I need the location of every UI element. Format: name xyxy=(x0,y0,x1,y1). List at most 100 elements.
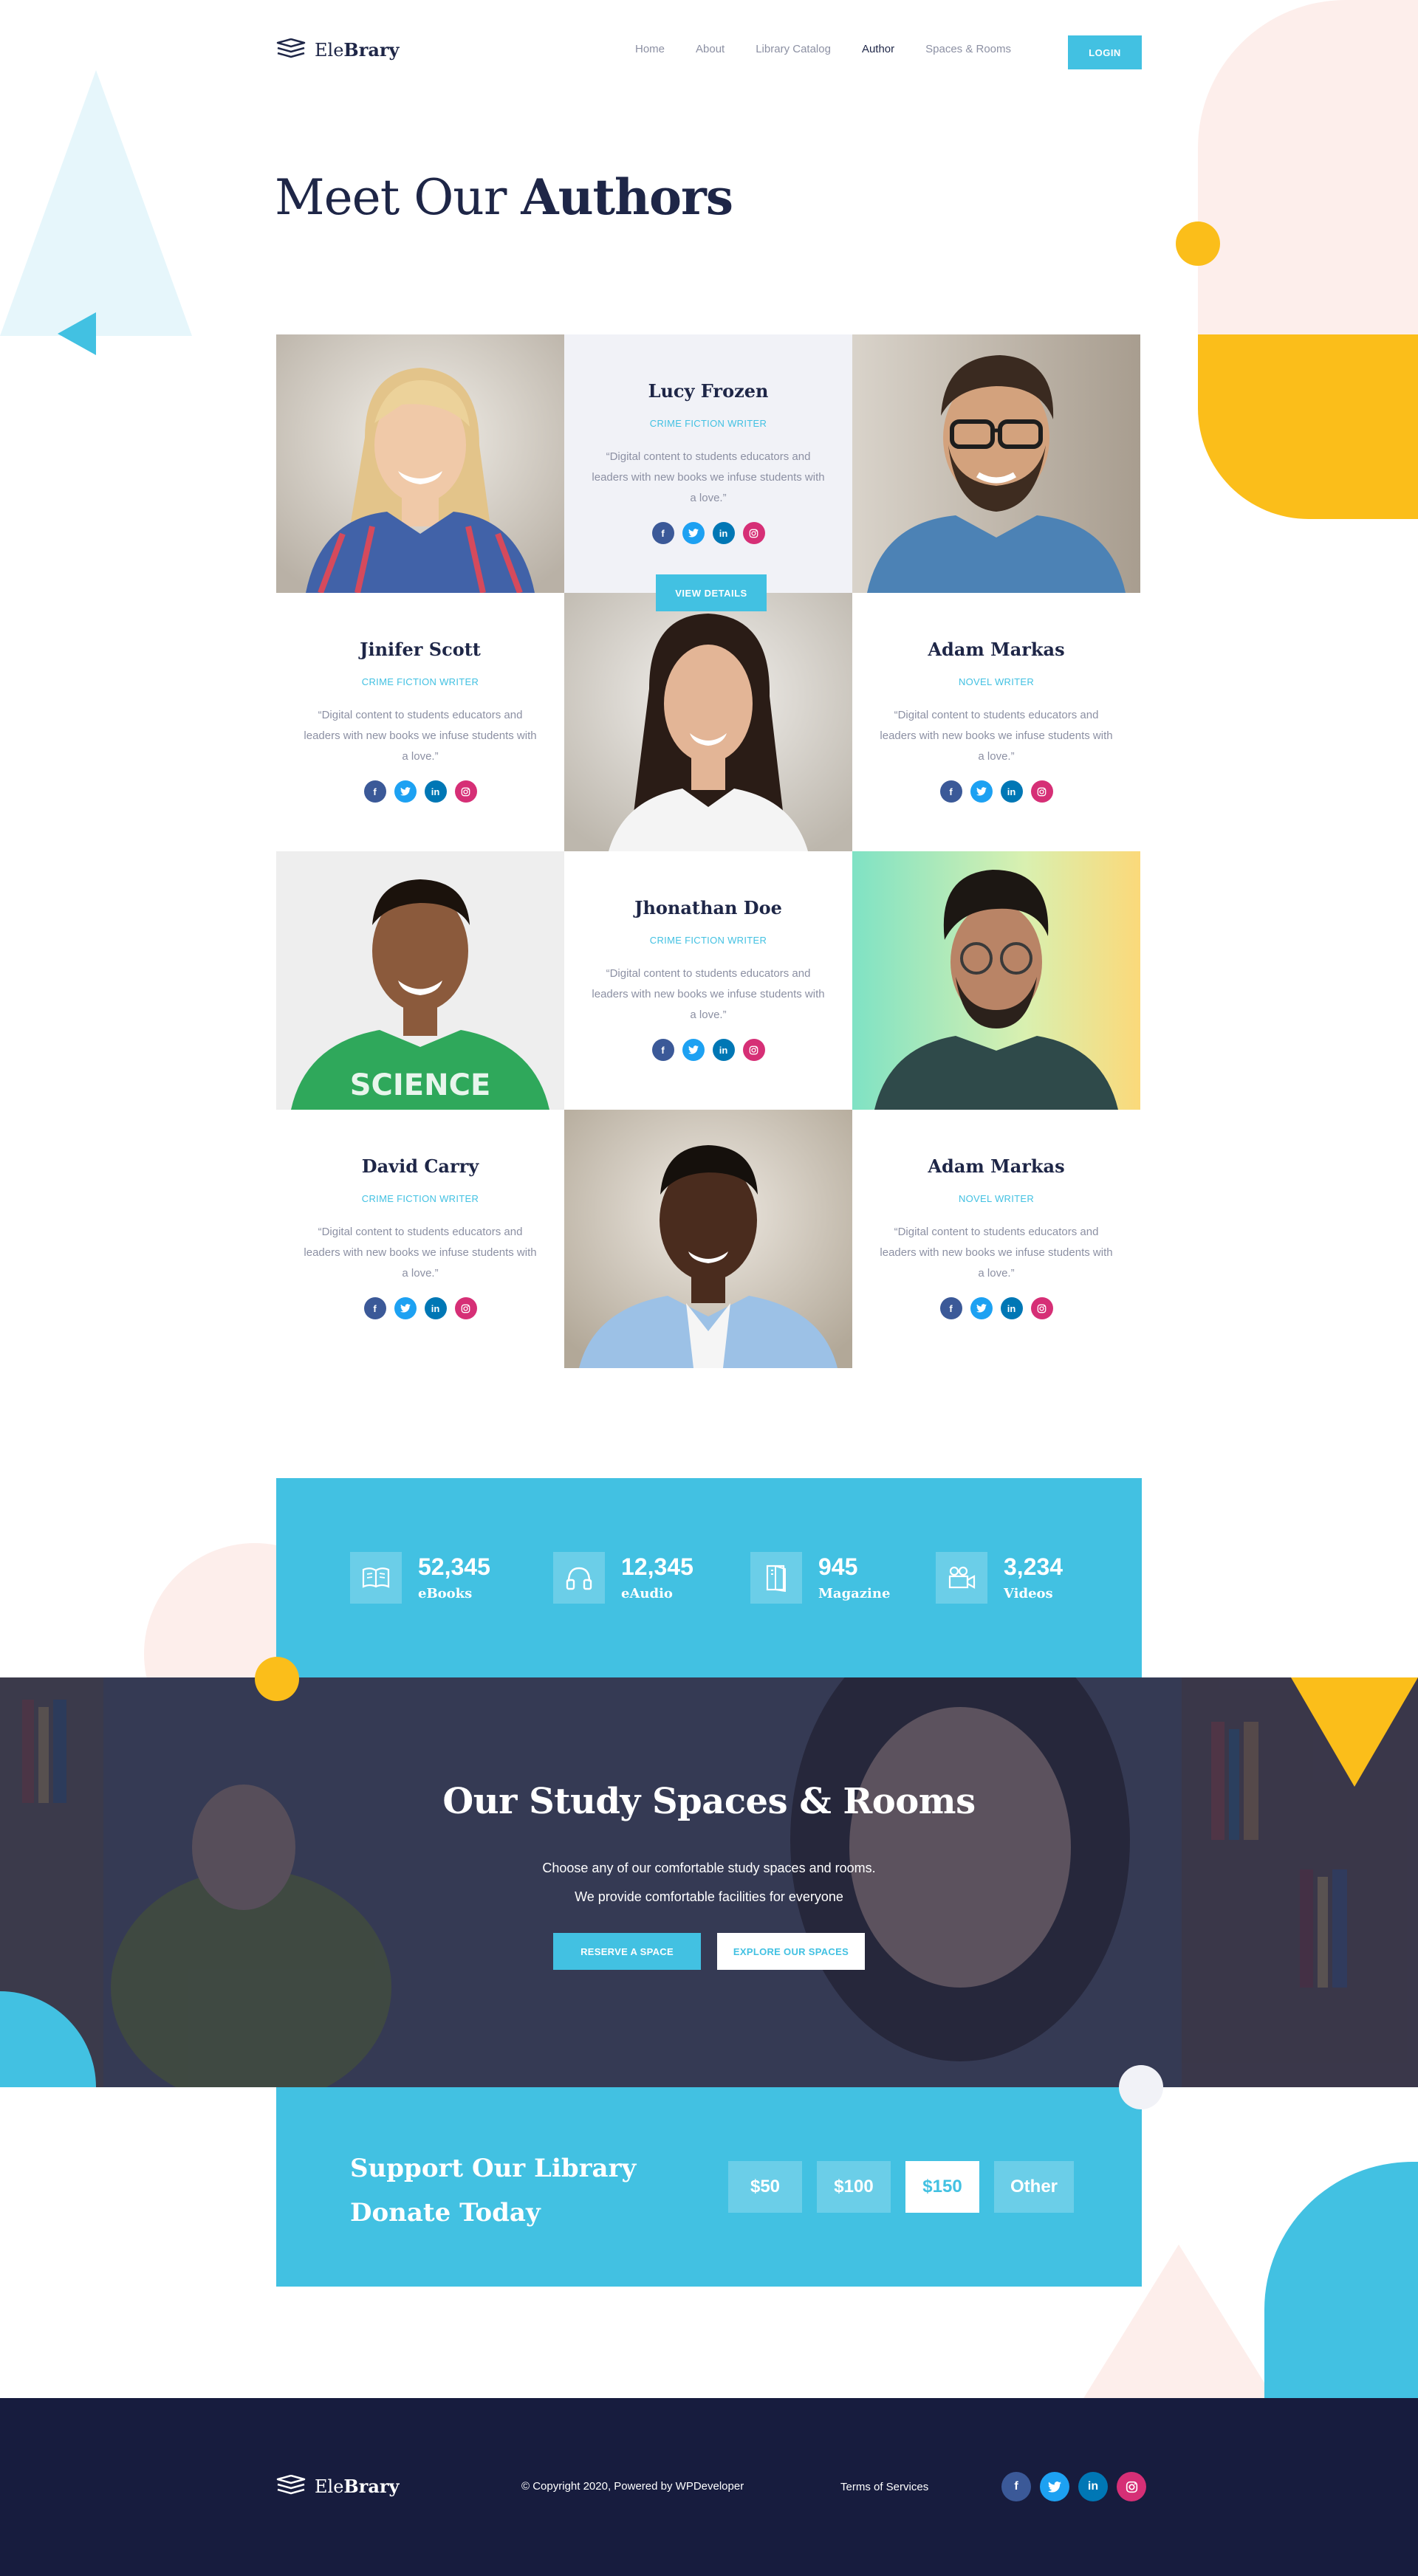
author-photo-man-glasses-beard[interactable] xyxy=(852,334,1140,593)
stat-value: 3,234 xyxy=(1004,1553,1064,1580)
author-quote: “Digital content to students educators a… xyxy=(592,450,825,504)
terms-link[interactable]: Terms of Services xyxy=(840,2481,928,2493)
author-photo-blonde-woman[interactable] xyxy=(276,334,564,593)
author-name: Jinifer Scott xyxy=(360,639,481,660)
magazine-icon xyxy=(750,1552,802,1604)
nav-item-spaces-rooms[interactable]: Spaces & Rooms xyxy=(925,43,1011,55)
author-role: NOVEL WRITER xyxy=(958,1193,1035,1204)
author-name: David Carry xyxy=(361,1155,479,1177)
author-quote: “Digital content to students educators a… xyxy=(880,1226,1113,1280)
twitter-icon[interactable] xyxy=(394,1297,417,1319)
stat-ebooks: 52,345 eBooks xyxy=(350,1552,553,1604)
view-details-button[interactable]: VIEW DETAILS xyxy=(656,574,767,611)
linkedin-icon[interactable]: in xyxy=(424,780,447,803)
svg-text:SCIENCE: SCIENCE xyxy=(350,1068,491,1102)
facebook-icon[interactable]: f xyxy=(651,1039,674,1061)
decorative-white-dot xyxy=(1119,2065,1163,2109)
page-title: Meet Our Authors xyxy=(275,168,733,226)
instagram-icon[interactable] xyxy=(1030,1297,1053,1319)
donate-title: Support Our Library Donate Today xyxy=(350,2146,636,2235)
instagram-icon[interactable] xyxy=(742,1039,765,1061)
stat-eaudio: 12,345 eAudio xyxy=(553,1552,750,1604)
author-socials: f in xyxy=(276,1297,564,1319)
author-quote: “Digital content to students educators a… xyxy=(592,967,825,1021)
author-socials: f in xyxy=(852,780,1140,803)
stat-value: 945 xyxy=(818,1553,858,1580)
twitter-icon[interactable] xyxy=(682,1039,705,1061)
author-role: CRIME FICTION WRITER xyxy=(361,1193,479,1204)
nav-item-author[interactable]: Author xyxy=(862,43,894,55)
logo-text-light: Ele xyxy=(315,2476,344,2497)
facebook-icon[interactable]: f xyxy=(1001,2472,1031,2501)
decorative-pink-shape-top xyxy=(1198,0,1418,340)
author-name: Adam Markas xyxy=(928,639,1065,660)
author-name: Adam Markas xyxy=(928,1155,1065,1177)
author-socials: f in xyxy=(276,780,564,803)
twitter-icon[interactable] xyxy=(394,780,417,803)
linkedin-icon[interactable]: in xyxy=(712,1039,735,1061)
twitter-icon[interactable] xyxy=(970,780,993,803)
twitter-icon[interactable] xyxy=(970,1297,993,1319)
login-button[interactable]: LOGIN xyxy=(1068,35,1142,69)
nav-item-library-catalog[interactable]: Library Catalog xyxy=(756,43,831,55)
donate-option-100[interactable]: $100 xyxy=(817,2161,891,2213)
site-logo[interactable]: EleBrary xyxy=(276,38,399,61)
twitter-icon[interactable] xyxy=(682,522,705,544)
footer-socials: f in xyxy=(1001,2472,1146,2501)
video-camera-icon xyxy=(936,1552,987,1604)
instagram-icon[interactable] xyxy=(1030,780,1053,803)
donate-option-50[interactable]: $50 xyxy=(728,2161,802,2213)
linkedin-icon[interactable]: in xyxy=(1000,1297,1023,1319)
author-role: CRIME FICTION WRITER xyxy=(649,935,767,946)
nav-item-about[interactable]: About xyxy=(696,43,725,55)
facebook-icon[interactable]: f xyxy=(651,522,674,544)
logo-text-bold: Brary xyxy=(343,2475,400,2497)
books-logo-icon xyxy=(276,2475,306,2495)
donate-section: Support Our Library Donate Today $50 $100… xyxy=(276,2087,1142,2287)
reserve-space-button[interactable]: RESERVE A SPACE xyxy=(553,1933,701,1970)
decorative-yellow-shape xyxy=(1198,334,1418,519)
decorative-blue-shape-right xyxy=(1264,2162,1418,2398)
twitter-icon[interactable] xyxy=(1040,2472,1069,2501)
stat-videos: 3,234 Videos xyxy=(936,1552,1063,1604)
nav-item-home[interactable]: Home xyxy=(635,43,665,55)
author-socials: f in xyxy=(852,1297,1140,1319)
stat-value: 52,345 xyxy=(418,1553,490,1580)
author-photo-dark-hair-woman[interactable] xyxy=(564,593,852,851)
decorative-yellow-triangle xyxy=(1291,1677,1418,1787)
instagram-icon[interactable] xyxy=(742,522,765,544)
facebook-icon[interactable]: f xyxy=(939,780,962,803)
facebook-icon[interactable]: f xyxy=(939,1297,962,1319)
instagram-icon[interactable] xyxy=(1117,2472,1146,2501)
footer-logo[interactable]: EleBrary xyxy=(276,2475,399,2497)
instagram-icon[interactable] xyxy=(454,1297,477,1319)
donate-option-150[interactable]: $150 xyxy=(905,2161,979,2213)
author-card-david-carry: David Carry CRIME FICTION WRITER “Digita… xyxy=(276,1110,564,1368)
stat-label: Videos xyxy=(1004,1586,1053,1602)
author-quote: “Digital content to students educators a… xyxy=(304,709,537,763)
author-name: Jhonathan Doe xyxy=(634,897,782,918)
author-card-adam-markas-2: Adam Markas NOVEL WRITER “Digital conten… xyxy=(852,1110,1140,1368)
logo-text-light: Ele xyxy=(315,39,344,61)
study-line-1: Choose any of our comfortable study spac… xyxy=(542,1861,876,1875)
study-line-2: We provide comfortable facilities for ev… xyxy=(575,1889,843,1904)
linkedin-icon[interactable]: in xyxy=(1000,780,1023,803)
author-photo-man-blue-shirt[interactable] xyxy=(564,1110,852,1368)
author-role: CRIME FICTION WRITER xyxy=(361,676,479,687)
stat-value: 12,345 xyxy=(621,1553,693,1580)
author-photo-man-green-shirt[interactable]: SCIENCE xyxy=(276,851,564,1110)
stat-magazine: 945 Magazine xyxy=(750,1552,936,1604)
explore-spaces-button[interactable]: EXPLORE OUR SPACES xyxy=(717,1933,865,1970)
instagram-icon[interactable] xyxy=(454,780,477,803)
donate-option-other[interactable]: Other xyxy=(994,2161,1075,2213)
author-photo-man-round-glasses[interactable] xyxy=(852,851,1140,1110)
linkedin-icon[interactable]: in xyxy=(1078,2472,1108,2501)
facebook-icon[interactable]: f xyxy=(363,1297,386,1319)
linkedin-icon[interactable]: in xyxy=(424,1297,447,1319)
author-card-adam-markas: Adam Markas NOVEL WRITER “Digital conten… xyxy=(852,593,1140,851)
page-title-bold: Authors xyxy=(521,168,733,226)
study-buttons: RESERVE A SPACE EXPLORE OUR SPACES xyxy=(0,1933,1418,1970)
linkedin-icon[interactable]: in xyxy=(712,522,735,544)
facebook-icon[interactable]: f xyxy=(363,780,386,803)
decorative-yellow-dot xyxy=(1176,221,1220,266)
